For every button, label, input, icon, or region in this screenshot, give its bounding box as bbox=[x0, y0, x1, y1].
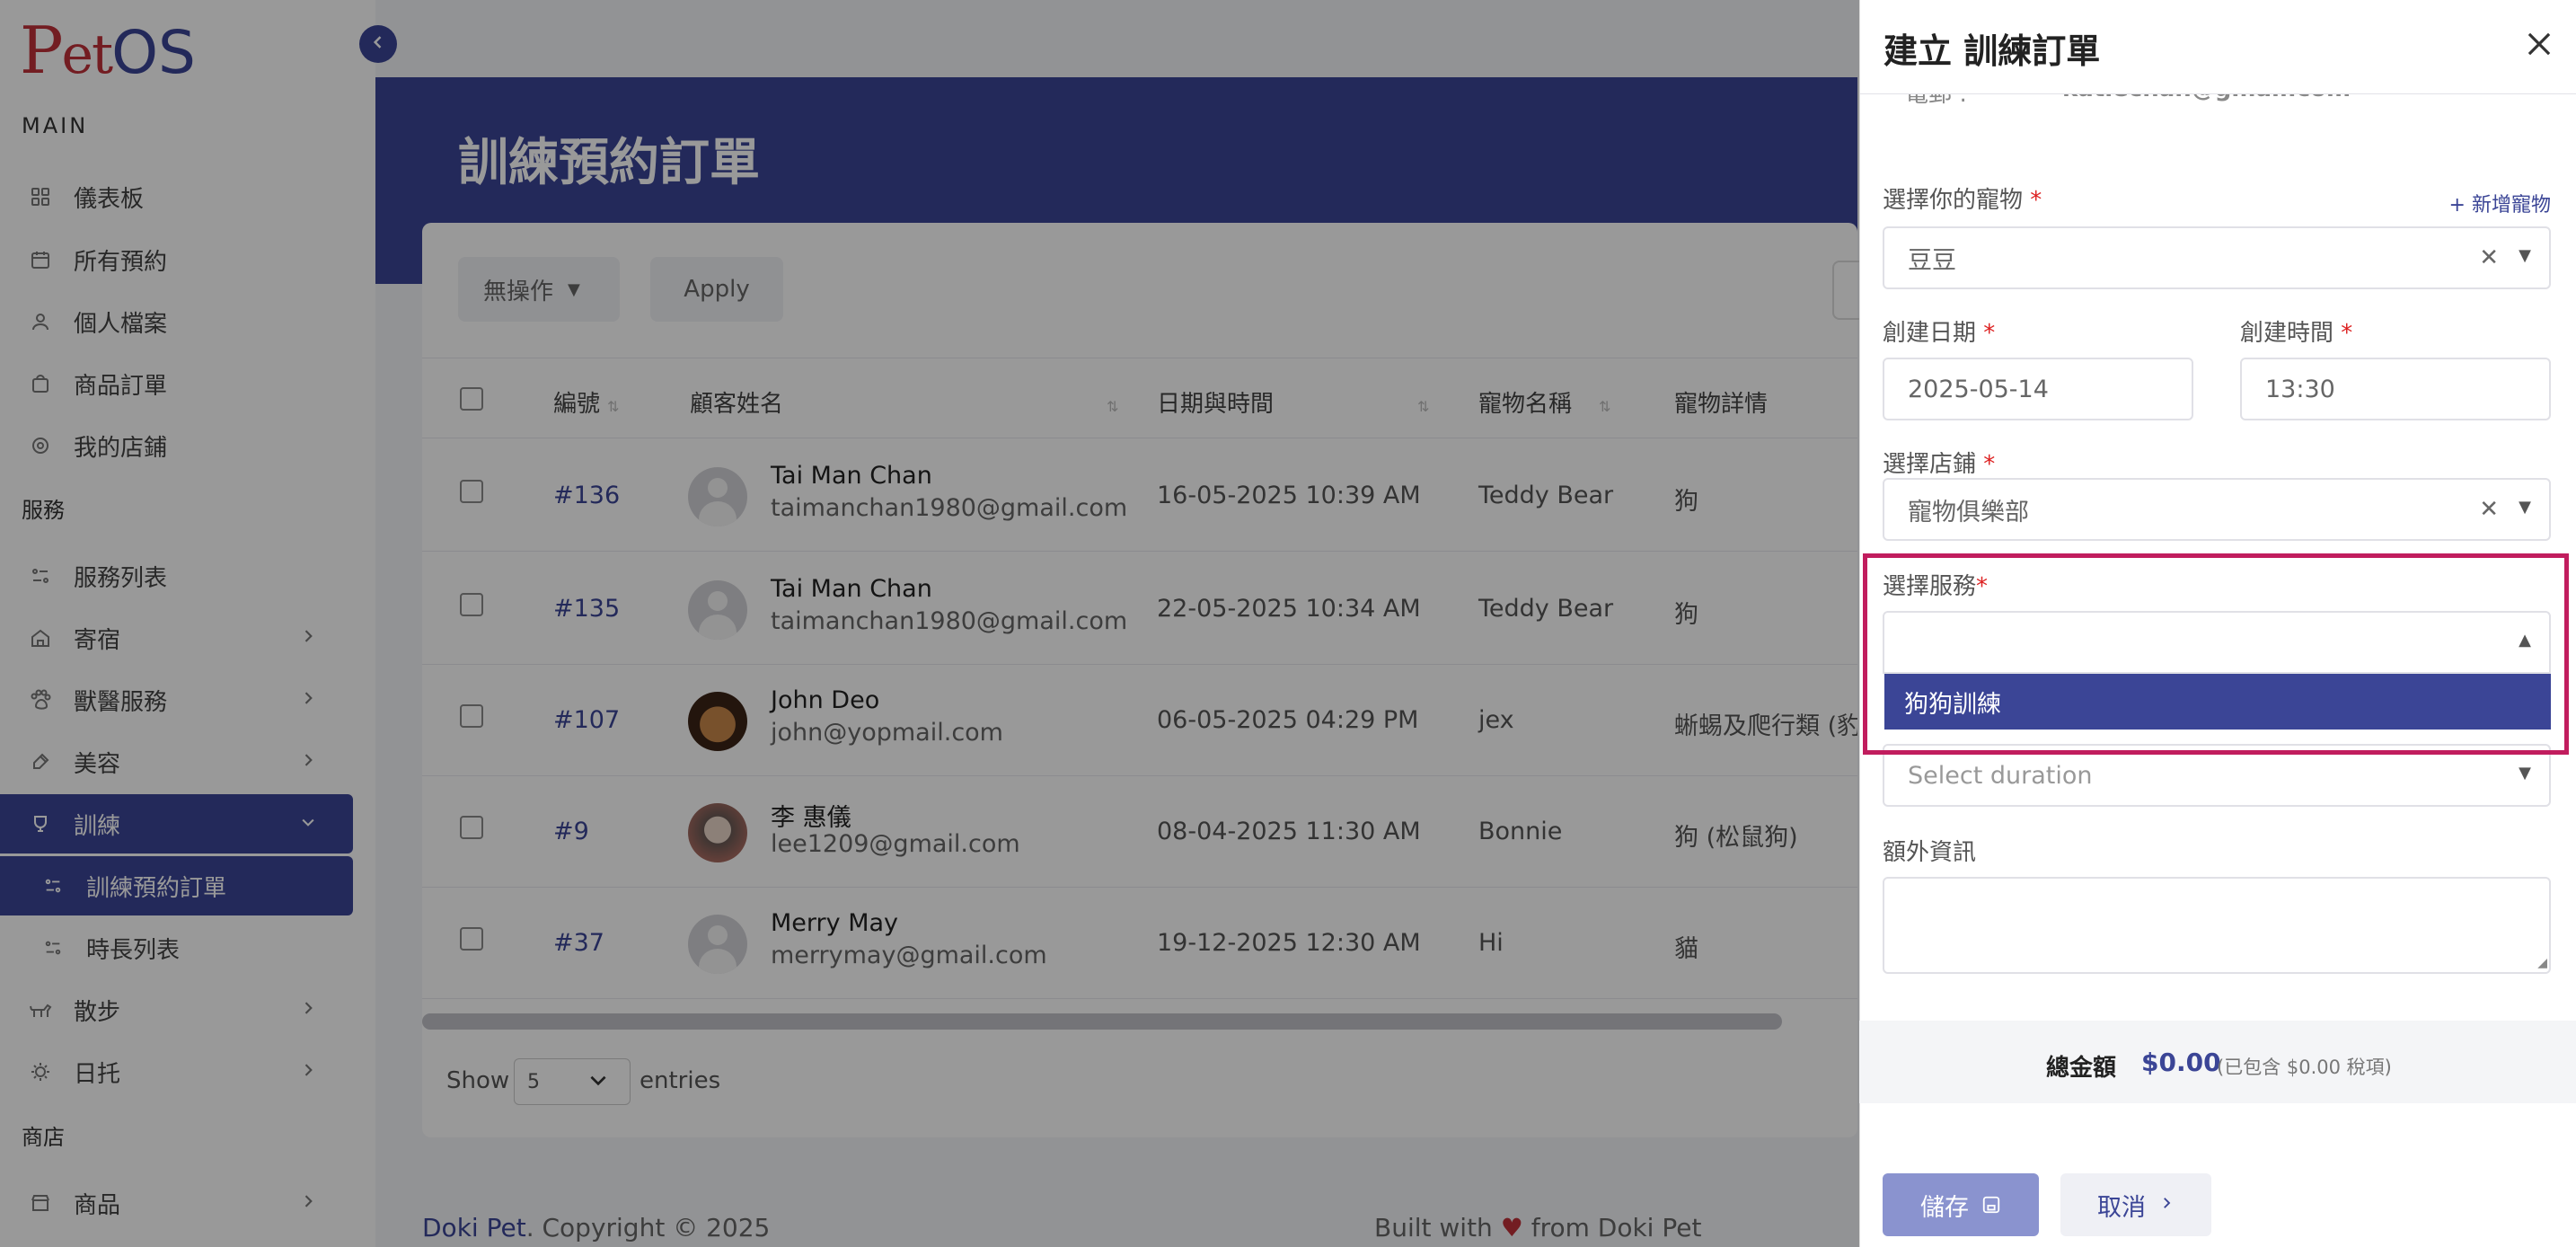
total-amount: $0.00 bbox=[2141, 1048, 2221, 1077]
tax-note: (已包含 $0.00 稅項) bbox=[2217, 1057, 2392, 1078]
pet-select-label: 選擇你的寵物 * bbox=[1883, 187, 2042, 214]
drawer-title: 建立 訓練訂單 bbox=[1883, 31, 2101, 71]
caret-down-icon: ▼ bbox=[2519, 764, 2531, 783]
cancel-label: 取消 bbox=[2097, 1193, 2146, 1222]
extra-info-textarea[interactable]: ◢ bbox=[1883, 877, 2551, 974]
total-label: 總金額 bbox=[2046, 1055, 2117, 1082]
clear-icon[interactable]: ✕ bbox=[2479, 244, 2499, 271]
cancel-button[interactable]: 取消 bbox=[2060, 1173, 2211, 1236]
chevron-right-icon bbox=[2158, 1194, 2175, 1216]
save-icon bbox=[1981, 1195, 2001, 1215]
duration-placeholder: Select duration bbox=[1908, 761, 2093, 790]
extra-info-label: 額外資訊 bbox=[1883, 839, 1977, 866]
time-input[interactable]: 13:30 bbox=[2240, 358, 2551, 420]
caret-down-icon: ▼ bbox=[2519, 246, 2531, 265]
save-button[interactable]: 儲存 bbox=[1883, 1173, 2039, 1236]
store-select[interactable]: 寵物俱樂部 ✕ ▼ bbox=[1883, 478, 2551, 541]
pet-select-value: 豆豆 bbox=[1908, 246, 1956, 275]
modal-backdrop[interactable] bbox=[0, 0, 1859, 1247]
save-label: 儲存 bbox=[1920, 1193, 1969, 1222]
plus-icon: + bbox=[2448, 194, 2466, 217]
add-pet-link[interactable]: + 新增寵物 bbox=[2449, 189, 2551, 217]
store-select-label: 選擇店鋪 * bbox=[1883, 451, 1996, 478]
service-select-label: 選擇服務* bbox=[1883, 573, 1989, 600]
resize-handle-icon[interactable]: ◢ bbox=[2537, 956, 2547, 970]
caret-down-icon: ▼ bbox=[2519, 498, 2531, 517]
clear-icon[interactable]: ✕ bbox=[2479, 496, 2499, 523]
store-select-value: 寵物俱樂部 bbox=[1908, 498, 2029, 526]
date-label: 創建日期 * bbox=[1883, 320, 1996, 347]
close-icon[interactable] bbox=[2522, 27, 2556, 61]
pet-select[interactable]: 豆豆 ✕ ▼ bbox=[1883, 226, 2551, 289]
date-input[interactable]: 2025-05-14 bbox=[1883, 358, 2193, 420]
time-label: 創建時間 * bbox=[2240, 320, 2353, 347]
